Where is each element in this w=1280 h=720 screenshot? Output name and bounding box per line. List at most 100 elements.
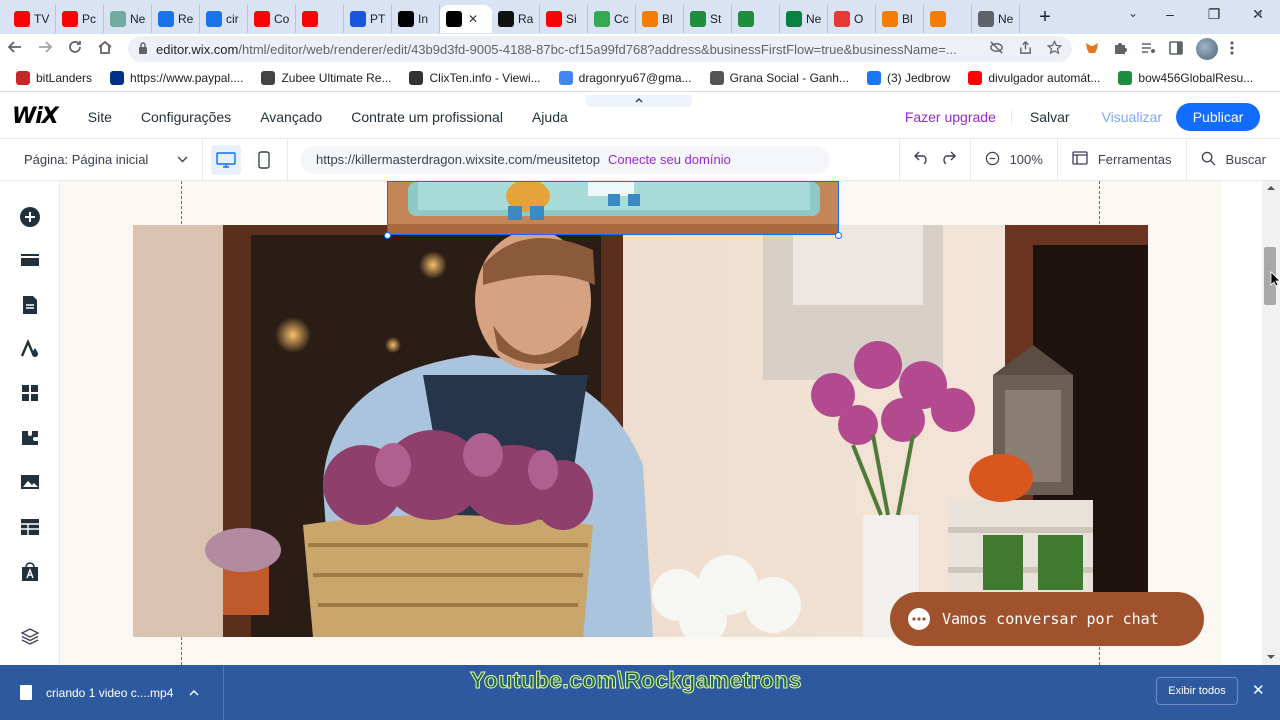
resize-handle-bottom-left[interactable] bbox=[384, 232, 391, 239]
browser-tab[interactable]: Co bbox=[248, 5, 296, 33]
tools-icon bbox=[1072, 151, 1088, 168]
bookmark-item[interactable]: (3) Jedbrow bbox=[866, 70, 950, 85]
browser-tab[interactable] bbox=[924, 5, 972, 33]
wix-logo[interactable]: WiX bbox=[12, 104, 59, 129]
tab-title: Ra bbox=[518, 12, 534, 26]
browser-tab[interactable]: O bbox=[828, 5, 876, 33]
page-selector[interactable]: Página: Página inicial bbox=[0, 152, 202, 167]
minimize-button[interactable]: – bbox=[1148, 0, 1192, 30]
back-icon[interactable] bbox=[0, 39, 30, 60]
selected-game-image[interactable] bbox=[387, 181, 839, 235]
tab-search-button[interactable]: ⌄ bbox=[1128, 6, 1138, 20]
bookmark-item[interactable]: Zubee Ultimate Re... bbox=[261, 70, 391, 85]
app-market-icon[interactable] bbox=[19, 561, 41, 583]
add-section-icon[interactable] bbox=[19, 250, 41, 272]
browser-tab[interactable]: Ne bbox=[104, 5, 152, 33]
address-bar[interactable]: editor.wix.com/html/editor/web/renderer/… bbox=[128, 36, 1072, 62]
lock-icon[interactable] bbox=[138, 41, 148, 57]
eye-off-icon[interactable] bbox=[989, 40, 1004, 58]
restore-button[interactable]: ❐ bbox=[1192, 0, 1236, 30]
profile-avatar[interactable] bbox=[1196, 38, 1218, 60]
menu-hire-pro[interactable]: Contrate um profissional bbox=[351, 109, 503, 125]
preview-button[interactable]: Visualizar bbox=[1088, 109, 1176, 125]
browser-tab[interactable]: St bbox=[684, 5, 732, 33]
business-tools-icon[interactable] bbox=[19, 426, 41, 448]
mobile-view-icon[interactable] bbox=[249, 145, 279, 175]
new-tab-button[interactable]: + bbox=[1030, 6, 1060, 29]
tab-close-icon[interactable]: ✕ bbox=[468, 12, 478, 26]
collapse-toolbar-tab[interactable] bbox=[586, 95, 692, 107]
zoom-level: 100% bbox=[1009, 152, 1043, 167]
bookmark-item[interactable]: https://www.paypal.... bbox=[110, 70, 243, 85]
more-menu-icon[interactable] bbox=[1230, 40, 1234, 59]
browser-tab[interactable]: Si bbox=[540, 5, 588, 33]
scroll-down-arrow-icon[interactable] bbox=[1266, 654, 1276, 660]
metamask-icon[interactable] bbox=[1084, 40, 1100, 59]
editor-canvas[interactable]: Vamos conversar por chat bbox=[60, 181, 1222, 665]
browser-tab[interactable]: Pc bbox=[56, 5, 104, 33]
desktop-view-icon[interactable] bbox=[211, 144, 241, 175]
hero-image[interactable] bbox=[133, 225, 1148, 637]
scroll-up-arrow-icon[interactable] bbox=[1266, 185, 1276, 191]
share-icon[interactable] bbox=[1018, 40, 1033, 58]
save-button[interactable]: Salvar bbox=[1010, 108, 1088, 125]
browser-tab[interactable]: cir bbox=[200, 5, 248, 33]
browser-tab[interactable]: Bl bbox=[636, 5, 684, 33]
side-panel-icon[interactable] bbox=[1168, 40, 1184, 59]
tab-favicon-icon bbox=[594, 11, 610, 27]
extensions-puzzle-icon[interactable] bbox=[1112, 40, 1128, 59]
bookmark-item[interactable]: bow456GlobalResu... bbox=[1118, 70, 1253, 85]
bookmark-item[interactable]: Grana Social - Ganh... bbox=[709, 70, 849, 85]
browser-tab[interactable]: ✕ bbox=[440, 5, 492, 33]
bookmark-item[interactable]: ClixTen.info - Viewi... bbox=[409, 70, 541, 85]
search-button[interactable]: Buscar bbox=[1185, 138, 1280, 181]
pages-icon[interactable] bbox=[19, 294, 41, 316]
browser-tab[interactable]: Ne bbox=[972, 5, 1020, 33]
menu-site[interactable]: Site bbox=[88, 109, 112, 125]
bookmark-item[interactable]: divulgador automát... bbox=[968, 70, 1100, 85]
browser-tab[interactable]: Bl bbox=[876, 5, 924, 33]
undo-icon[interactable] bbox=[913, 150, 930, 169]
redo-icon[interactable] bbox=[940, 150, 956, 169]
show-all-downloads-button[interactable]: Exibir todos bbox=[1156, 677, 1238, 705]
browser-tab[interactable] bbox=[296, 5, 344, 33]
canvas-scrollbar[interactable] bbox=[1222, 181, 1280, 665]
home-icon[interactable] bbox=[90, 39, 120, 60]
add-apps-icon[interactable] bbox=[19, 382, 41, 404]
media-icon[interactable] bbox=[19, 471, 41, 493]
tab-favicon-icon bbox=[206, 11, 222, 27]
browser-tab[interactable] bbox=[732, 5, 780, 33]
menu-help[interactable]: Ajuda bbox=[532, 109, 568, 125]
browser-tab[interactable]: PT bbox=[344, 5, 392, 33]
design-icon[interactable] bbox=[19, 338, 41, 360]
chat-button[interactable]: Vamos conversar por chat bbox=[890, 592, 1204, 646]
bookmark-star-icon[interactable] bbox=[1046, 39, 1063, 58]
browser-tab[interactable]: TV bbox=[8, 5, 56, 33]
browser-tab[interactable]: Cc bbox=[588, 5, 636, 33]
media-list-icon[interactable] bbox=[1140, 40, 1156, 59]
connect-domain-link[interactable]: Conecte seu domínio bbox=[608, 152, 731, 167]
bookmark-item[interactable]: bitLanders bbox=[16, 70, 92, 85]
reload-icon[interactable] bbox=[60, 39, 90, 60]
publish-button[interactable]: Publicar bbox=[1176, 102, 1260, 131]
bookmark-item[interactable]: dragonryu67@gma... bbox=[558, 70, 692, 85]
cms-icon[interactable] bbox=[19, 516, 41, 538]
close-download-bar-button[interactable]: ✕ bbox=[1252, 681, 1265, 699]
tools-button[interactable]: Ferramentas bbox=[1056, 138, 1186, 181]
resize-handle-bottom-right[interactable] bbox=[835, 232, 842, 239]
chevron-up-icon[interactable] bbox=[189, 687, 199, 699]
zoom-control[interactable]: 100% bbox=[969, 138, 1057, 181]
browser-tab[interactable]: In bbox=[392, 5, 440, 33]
forward-icon[interactable] bbox=[30, 39, 60, 60]
add-elements-icon[interactable] bbox=[19, 206, 41, 228]
download-item[interactable]: criando 1 video c....mp4 bbox=[0, 665, 224, 720]
menu-advanced[interactable]: Avançado bbox=[260, 109, 322, 125]
menu-settings[interactable]: Configurações bbox=[141, 109, 231, 125]
browser-tab[interactable]: Ra bbox=[492, 5, 540, 33]
bookmarks-overflow-button[interactable]: » bbox=[1255, 6, 1262, 20]
browser-tab[interactable]: Re bbox=[152, 5, 200, 33]
browser-tab[interactable]: Ne bbox=[780, 5, 828, 33]
layers-icon[interactable] bbox=[19, 625, 41, 647]
upgrade-button[interactable]: Fazer upgrade bbox=[890, 109, 1011, 125]
zoom-out-icon[interactable] bbox=[985, 151, 1000, 169]
